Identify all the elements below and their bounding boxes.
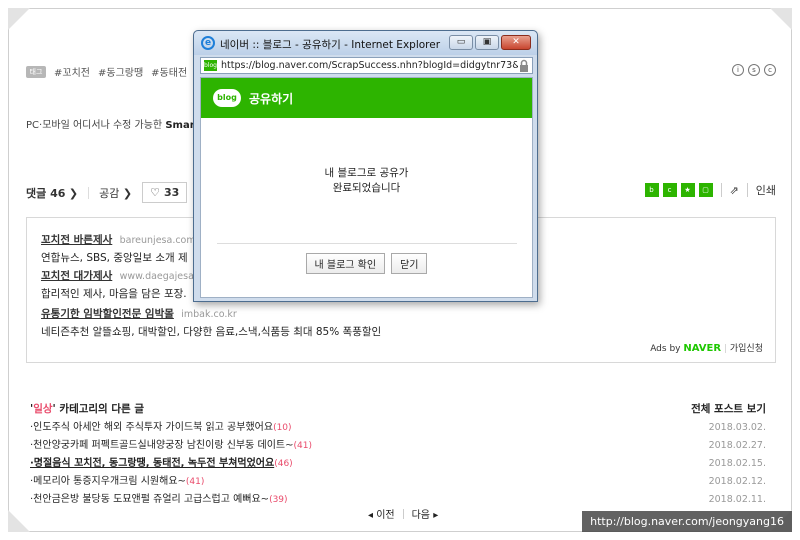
smart-editor-notice: PC·모바일 어디서나 수정 가능한 Smart <box>26 120 200 131</box>
window-controls: ▭ ▣ ✕ <box>449 35 531 50</box>
info-icon[interactable]: i <box>732 64 744 76</box>
window-title: 네이버 :: 블로그 - 공유하기 - Internet Explorer <box>220 39 441 51</box>
category-link[interactable]: 일상 <box>33 403 52 415</box>
tag-badge-icon: 태그 <box>26 65 46 78</box>
list-item[interactable]: ·천안양궁카페 퍼펙트골드실내양궁장 남친이랑 신부동 데이트~(41) 201… <box>30 437 766 455</box>
list-item[interactable]: ·인도주식 아세안 해외 주식투자 가이드북 읽고 공부했어요(10) 2018… <box>30 419 766 437</box>
restore-button[interactable]: ▣ <box>475 35 499 50</box>
ad-item[interactable]: 꼬치전 대가제사 www.daegajesa.c 합리적인 제사, 마음을 담은… <box>41 268 202 301</box>
tag-link[interactable]: #동태전 <box>151 64 187 79</box>
ad-desc: 연합뉴스, SBS, 중앙일보 소개 제 <box>41 252 188 264</box>
pager: ◂ 이전 다음 ▸ <box>368 506 438 521</box>
view-my-blog-button[interactable]: 내 블로그 확인 <box>305 253 386 274</box>
post-action-row: 댓글 46 ❯ 공감 ❯ ♡ 33 <box>26 182 188 203</box>
chevron-down-icon: ❯ <box>122 186 133 200</box>
ad-url: bareunjesa.com <box>119 235 196 246</box>
prev-page-link[interactable]: ◂ 이전 <box>368 506 395 521</box>
share-circle-icon[interactable]: s <box>748 64 760 76</box>
popup-header: blog 공유하기 <box>201 78 532 118</box>
list-item[interactable]: ·메모리아 통증지우개크림 시원해요~(41) 2018.02.12. <box>30 473 766 491</box>
bookmark-star-icon[interactable]: ★ <box>680 183 695 197</box>
memo-share-icon[interactable]: ▢ <box>698 183 713 197</box>
heart-icon: ♡ <box>150 186 160 199</box>
all-posts-link[interactable]: 전체 포스트 보기 <box>691 401 766 416</box>
close-window-button[interactable]: ✕ <box>501 35 531 50</box>
next-page-link[interactable]: 다음 ▸ <box>412 506 439 521</box>
divider <box>402 508 404 519</box>
category-heading: '일상' 카테고리의 다른 글 <box>30 403 145 415</box>
ad-title[interactable]: 꼬치전 바른제사 <box>41 234 112 246</box>
popup-buttons: 내 블로그 확인 닫기 <box>201 253 532 274</box>
ads-signup-link[interactable]: 가입신청 <box>730 344 763 354</box>
ad-title[interactable]: 꼬치전 대가제사 <box>41 270 112 282</box>
print-link[interactable]: 인쇄 <box>756 182 776 198</box>
popup-title: 공유하기 <box>249 91 294 106</box>
post-tools: i s c <box>732 64 776 76</box>
ie-logo-icon: e <box>201 36 215 50</box>
share-success-message: 내 블로그로 공유가 완료되었습니다 <box>324 167 409 194</box>
tag-row: 태그 #꼬치전 #동그랑땡 #동태전 <box>26 64 187 79</box>
ads-by-naver: Ads by NAVER | 가입신청 <box>650 343 763 354</box>
tag-link[interactable]: #꼬치전 <box>54 64 90 79</box>
ad-url: imbak.co.kr <box>181 309 237 320</box>
window-titlebar[interactable]: e 네이버 :: 블로그 - 공유하기 - Internet Explorer … <box>194 31 537 55</box>
post-list: ·인도주식 아세안 해외 주식투자 가이드북 읽고 공부했어요(10) 2018… <box>30 419 766 509</box>
ad-item[interactable]: 유통기한 임박할인전문 임박몰 imbak.co.kr 네티즌추천 알뜰쇼핑, … <box>41 306 381 339</box>
blog-logo-icon: blog <box>213 89 241 107</box>
like-button[interactable]: ♡ 33 <box>142 182 188 203</box>
ie-popup-window: e 네이버 :: 블로그 - 공유하기 - Internet Explorer … <box>193 30 538 302</box>
comments-toggle[interactable]: 댓글 46 ❯ <box>26 185 78 201</box>
watermark: http://blog.naver.com/jeongyang16 <box>582 511 792 532</box>
list-item[interactable]: ·명절음식 꼬치전, 동그랑땡, 동태전, 녹두전 부쳐먹었어요(46) 201… <box>30 455 766 473</box>
share-icons: b c ★ ▢ ⇗ 인쇄 <box>644 182 776 198</box>
ad-desc: 합리적인 제사, 마음을 담은 포장. <box>41 288 187 300</box>
popup-content: blog 공유하기 내 블로그로 공유가 완료되었습니다 내 블로그 확인 닫기 <box>200 77 533 298</box>
divider <box>88 186 90 199</box>
blog-share-icon[interactable]: b <box>644 183 659 197</box>
ad-title[interactable]: 유통기한 임박할인전문 임박몰 <box>41 308 174 320</box>
like-count: 33 <box>163 186 180 199</box>
ad-item[interactable]: 꼬치전 바른제사 bareunjesa.com 연합뉴스, SBS, 중앙일보 … <box>41 232 196 265</box>
empathy-toggle[interactable]: 공감 ❯ <box>99 185 132 201</box>
ad-url: www.daegajesa.c <box>119 271 203 282</box>
lock-icon <box>520 59 528 72</box>
cafe-share-icon[interactable]: c <box>662 183 677 197</box>
external-share-icon[interactable]: ⇗ <box>730 184 739 197</box>
divider <box>720 183 722 197</box>
address-bar[interactable]: blog https://blog.naver.com/ScrapSuccess… <box>200 57 533 74</box>
minimize-button[interactable]: ▭ <box>449 35 473 50</box>
close-button[interactable]: 닫기 <box>391 253 428 274</box>
ad-desc: 네티즌추천 알뜰쇼핑, 대박할인, 다양한 음료,스낵,식품등 최대 85% 폭… <box>41 326 382 338</box>
address-text: https://blog.naver.com/ScrapSuccess.nhn?… <box>221 60 518 71</box>
frame-corner <box>8 8 30 30</box>
chevron-down-icon: ❯ <box>68 186 79 200</box>
tag-link[interactable]: #동그랑땡 <box>98 64 143 79</box>
divider <box>746 183 748 197</box>
frame-corner <box>8 510 30 532</box>
cc-icon[interactable]: c <box>764 64 776 76</box>
divider <box>217 243 517 244</box>
frame-corner <box>770 8 792 30</box>
blog-favicon-icon: blog <box>204 60 217 71</box>
